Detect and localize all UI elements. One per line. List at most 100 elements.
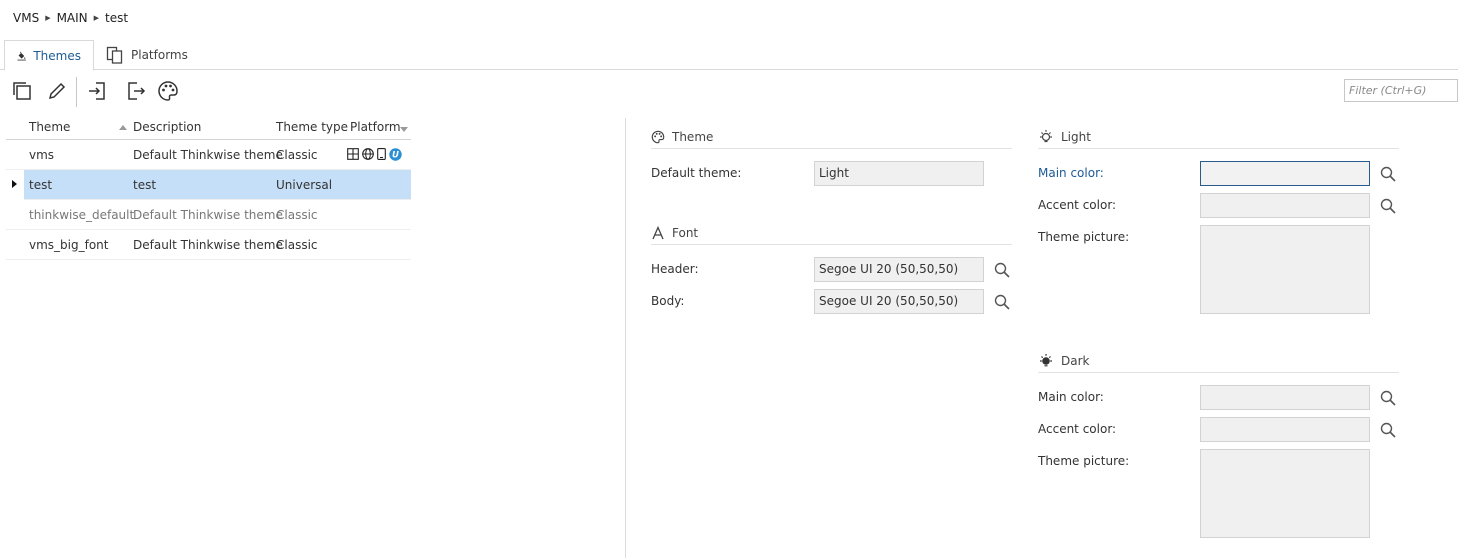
mobile-icon: [377, 148, 386, 160]
palette-button[interactable]: [153, 76, 183, 106]
search-icon: [1380, 422, 1396, 438]
sort-ascending-icon: [119, 121, 127, 135]
table-row[interactable]: test test Universal: [12, 170, 411, 200]
section-theme: Theme: [651, 125, 1012, 149]
header-font-label: Header:: [651, 262, 699, 276]
svg-text:U: U: [392, 151, 399, 161]
header-font-lookup-button[interactable]: [992, 260, 1012, 280]
palette-icon: [158, 81, 178, 101]
search-icon: [994, 262, 1010, 278]
search-icon: [1380, 390, 1396, 406]
tab-themes[interactable]: Themes: [4, 40, 94, 71]
body-font-label: Body:: [651, 294, 685, 308]
cell-theme: test: [29, 178, 53, 192]
panel-splitter[interactable]: [625, 118, 626, 558]
copy-button[interactable]: [7, 76, 37, 106]
light-accent-color-lookup-button[interactable]: [1378, 196, 1398, 216]
dark-accent-color-label: Accent color:: [1038, 422, 1117, 436]
body-font-field[interactable]: Segoe UI 20 (50,50,50): [814, 289, 984, 314]
search-icon: [994, 294, 1010, 310]
column-header-platform[interactable]: Platform: [350, 120, 401, 134]
table-row[interactable]: thinkwise_default Default Thinkwise them…: [6, 200, 411, 230]
dark-accent-color-field[interactable]: [1200, 417, 1370, 442]
cell-platform: U: [347, 148, 402, 161]
windows-icon: [347, 148, 359, 160]
grid-header: Theme Description Theme type Platform: [6, 115, 411, 140]
light-bulb-filled-icon: [1040, 353, 1052, 366]
current-row-indicator-icon: [12, 180, 17, 188]
default-theme-field[interactable]: Light: [814, 161, 984, 186]
column-header-theme-type[interactable]: Theme type: [276, 120, 348, 134]
section-light: Light: [1038, 125, 1399, 149]
toolbar: [0, 74, 200, 108]
column-header-description[interactable]: Description: [133, 120, 201, 134]
light-main-color-lookup-button[interactable]: [1378, 164, 1398, 184]
body-font-lookup-button[interactable]: [992, 292, 1012, 312]
themes-grid: Theme Description Theme type Platform vm…: [6, 115, 411, 260]
universal-icon: U: [389, 148, 402, 161]
search-icon: [1380, 198, 1396, 214]
cell-description: test: [133, 178, 157, 192]
light-accent-color-field[interactable]: [1200, 193, 1370, 218]
table-row[interactable]: vms_big_font Default Thinkwise theme Cla…: [6, 230, 411, 260]
tab-platforms[interactable]: Platforms: [94, 40, 200, 70]
light-main-color-field[interactable]: [1200, 161, 1370, 186]
export-icon: [128, 82, 146, 100]
dark-accent-color-lookup-button[interactable]: [1378, 420, 1398, 440]
cell-theme-type: Classic: [276, 208, 318, 222]
light-bulb-outline-icon: [1040, 129, 1052, 142]
cell-theme-type: Universal: [276, 178, 333, 192]
section-title: Theme: [672, 129, 714, 144]
breadcrumb-item-main[interactable]: MAIN: [57, 11, 88, 25]
breadcrumb: VMS ▶ MAIN ▶ test: [13, 10, 128, 26]
import-button[interactable]: [82, 76, 112, 106]
section-title: Font: [672, 225, 699, 240]
cell-description: Default Thinkwise theme: [133, 238, 283, 252]
toolbar-separator: [76, 77, 77, 107]
cell-theme-type: Classic: [276, 238, 318, 252]
edit-button[interactable]: [42, 76, 72, 106]
platforms-icon: [106, 46, 123, 64]
cell-description: Default Thinkwise theme: [133, 208, 283, 222]
filter-input[interactable]: [1344, 79, 1458, 102]
cell-theme: vms: [29, 148, 55, 162]
cell-description: Default Thinkwise theme: [133, 148, 283, 162]
dark-main-color-label: Main color:: [1038, 390, 1104, 404]
breadcrumb-separator-icon: ▶: [93, 14, 100, 22]
dark-main-color-field[interactable]: [1200, 385, 1370, 410]
light-main-color-label: Main color:: [1038, 166, 1104, 180]
edit-icon: [48, 82, 66, 100]
palette-icon: [651, 130, 665, 143]
default-theme-label: Default theme:: [651, 166, 742, 180]
breadcrumb-item-vms[interactable]: VMS: [13, 11, 39, 25]
section-title: Light: [1061, 129, 1091, 144]
table-row[interactable]: vms Default Thinkwise theme Classic U: [6, 140, 411, 170]
web-icon: [362, 148, 374, 160]
copy-icon: [13, 82, 31, 100]
tab-label: Themes: [33, 48, 81, 63]
tab-label: Platforms: [131, 48, 188, 62]
section-title: Dark: [1061, 353, 1090, 368]
font-icon: [652, 225, 664, 239]
import-icon: [89, 82, 105, 100]
section-dark: Dark: [1038, 349, 1399, 373]
breadcrumb-item-test[interactable]: test: [105, 11, 128, 25]
cell-theme: thinkwise_default: [29, 208, 135, 222]
light-theme-picture-label: Theme picture:: [1038, 230, 1130, 244]
cell-theme-type: Classic: [276, 148, 318, 162]
section-font: Font: [651, 221, 1012, 245]
tab-bar: Themes Platforms: [0, 40, 1458, 71]
paint-bucket-icon: [17, 51, 26, 60]
light-theme-picture-field[interactable]: [1200, 225, 1370, 314]
filter-dropdown-icon[interactable]: [400, 123, 408, 137]
light-accent-color-label: Accent color:: [1038, 198, 1117, 212]
column-header-theme[interactable]: Theme: [29, 120, 70, 134]
export-button[interactable]: [121, 76, 151, 106]
dark-main-color-lookup-button[interactable]: [1378, 388, 1398, 408]
cell-theme: vms_big_font: [29, 238, 109, 252]
header-font-field[interactable]: Segoe UI 20 (50,50,50): [814, 257, 984, 282]
dark-theme-picture-field[interactable]: [1200, 449, 1370, 538]
dark-theme-picture-label: Theme picture:: [1038, 454, 1130, 468]
breadcrumb-separator-icon: ▶: [45, 14, 51, 22]
search-icon: [1380, 166, 1396, 182]
